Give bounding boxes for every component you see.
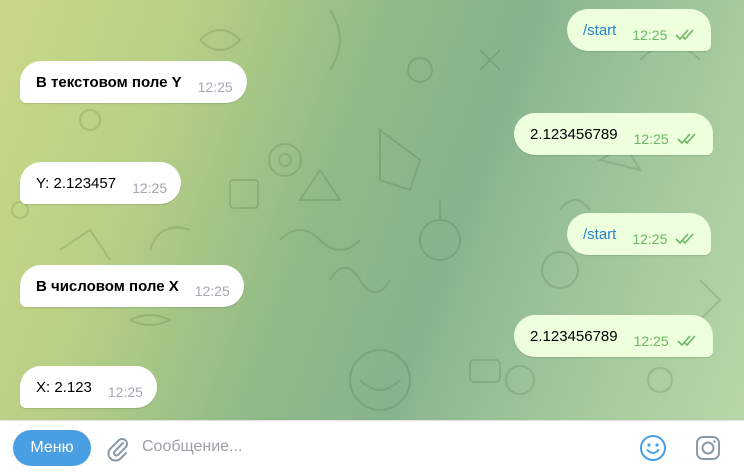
message-composer: Меню bbox=[0, 420, 744, 473]
message-time: 12:25 bbox=[132, 180, 168, 196]
message-incoming[interactable]: В текстовом поле Y 12:25 bbox=[20, 61, 247, 103]
double-check-icon bbox=[675, 29, 694, 41]
message-time: 12:25 bbox=[633, 333, 669, 349]
message-time: 12:25 bbox=[107, 384, 143, 400]
message-time: 12:25 bbox=[197, 79, 233, 95]
message-time: 12:25 bbox=[632, 27, 668, 43]
message-text: 2.123456789 bbox=[530, 125, 618, 143]
message-incoming[interactable]: X: 2.123 12:25 bbox=[20, 366, 157, 408]
chat-history[interactable]: /start 12:25 В текстовом поле Y 12:25 2.… bbox=[0, 0, 744, 420]
message-outgoing[interactable]: 2.123456789 12:25 bbox=[514, 113, 713, 155]
emoji-icon[interactable] bbox=[638, 433, 668, 463]
double-check-icon bbox=[677, 335, 696, 347]
message-incoming[interactable]: Y: 2.123457 12:25 bbox=[20, 162, 182, 204]
message-input[interactable] bbox=[142, 431, 622, 463]
message-time: 12:25 bbox=[633, 131, 669, 147]
bot-command-link[interactable]: /start bbox=[583, 22, 616, 39]
message-outgoing[interactable]: 2.123456789 12:25 bbox=[514, 315, 713, 357]
message-time: 12:25 bbox=[632, 231, 668, 247]
message-incoming[interactable]: В числовом поле X 12:25 bbox=[20, 265, 244, 307]
message-text: Y: 2.123457 bbox=[36, 174, 117, 192]
double-check-icon bbox=[675, 233, 694, 245]
message-text: 2.123456789 bbox=[530, 327, 618, 345]
message-outgoing[interactable]: /start 12:25 bbox=[567, 213, 712, 255]
message-text: X: 2.123 bbox=[36, 378, 92, 396]
camera-icon[interactable] bbox=[693, 433, 723, 463]
double-check-icon bbox=[677, 133, 696, 145]
message-text: В текстовом поле Y bbox=[36, 73, 182, 91]
message-time: 12:25 bbox=[194, 283, 230, 299]
paperclip-icon[interactable] bbox=[104, 434, 132, 462]
menu-button[interactable]: Меню bbox=[13, 430, 91, 466]
bot-command-link[interactable]: /start bbox=[583, 226, 616, 243]
message-text: В числовом поле X bbox=[36, 277, 179, 295]
message-outgoing[interactable]: /start 12:25 bbox=[567, 9, 712, 51]
